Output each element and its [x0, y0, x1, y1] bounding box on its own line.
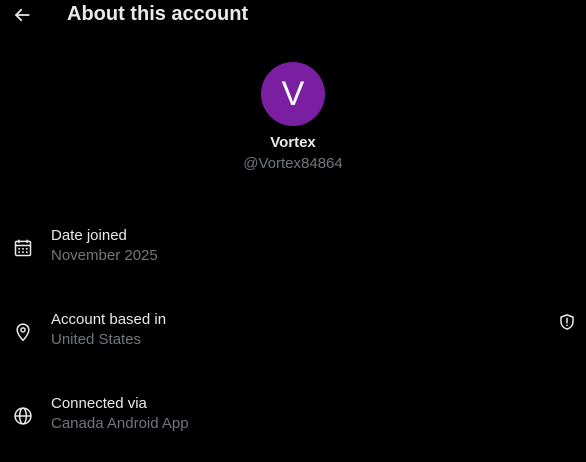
shield-alert-icon: [558, 313, 576, 331]
page-title: About this account: [67, 3, 249, 25]
profile-summary: V Vortex @Vortex84864: [0, 62, 586, 173]
page-header: About this account: [0, 0, 586, 30]
detail-row-account-location: Account based in United States: [0, 311, 586, 357]
calendar-icon: [12, 237, 34, 259]
date-joined-label: Date joined: [51, 227, 127, 244]
date-joined-value: November 2025: [51, 247, 158, 264]
location-info-button[interactable]: [556, 311, 578, 333]
detail-row-connected-via: Connected via Canada Android App: [0, 395, 586, 441]
detail-row-date-joined: Date joined November 2025: [0, 227, 586, 273]
avatar-letter: V: [281, 74, 305, 113]
connected-via-value: Canada Android App: [51, 415, 189, 432]
account-based-in-value: United States: [51, 331, 142, 348]
display-name: Vortex: [270, 134, 316, 151]
globe-icon: [12, 405, 34, 427]
back-button[interactable]: [11, 4, 33, 26]
avatar[interactable]: V: [261, 62, 325, 126]
arrow-left-icon: [13, 6, 31, 24]
location-pin-icon: [12, 321, 34, 343]
username-handle: @Vortex84864: [243, 155, 343, 172]
account-based-in-label: Account based in: [51, 311, 167, 328]
connected-via-label: Connected via: [51, 395, 147, 412]
